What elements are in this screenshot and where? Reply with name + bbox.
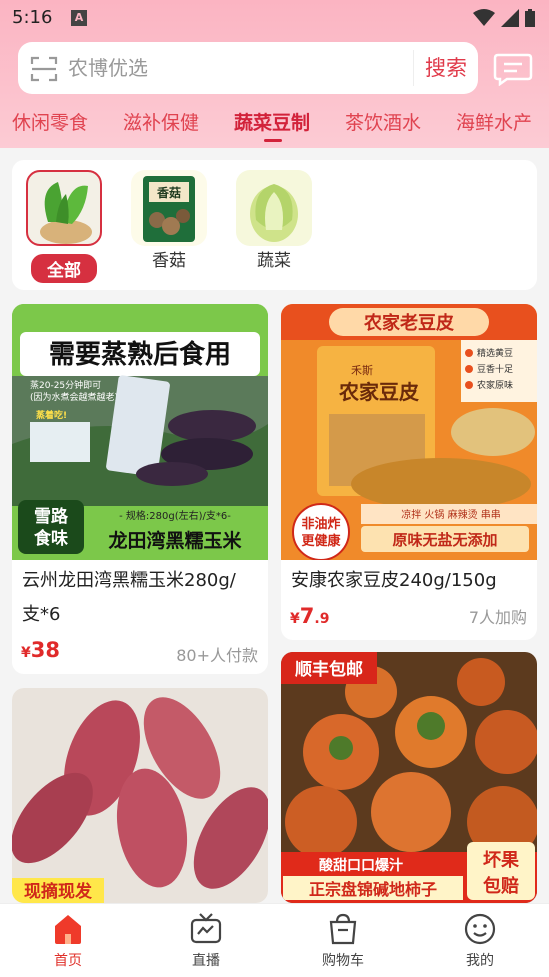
product-title: 云州龙田湾黑糯玉米280g/ 支*6 xyxy=(22,564,236,632)
tab-cart[interactable]: 购物车 xyxy=(303,912,383,970)
product-image-corn: 需要蒸熟后食用 蒸20-25分钟即可 (因为水煮会越煮越老) 蒸着吃! 雪路 食… xyxy=(12,304,268,560)
banner-badge-1: 雪路 xyxy=(34,506,69,527)
status-time: 5:16 xyxy=(12,7,53,28)
tab-label: 首页 xyxy=(54,953,82,969)
subcategory-label: 全部 xyxy=(31,254,97,283)
banner-note-2: (因为水煮会越煮越老) xyxy=(30,391,118,403)
smiley-face-icon xyxy=(464,913,496,945)
banner-top-text: 农家老豆皮 xyxy=(363,312,454,334)
search-button[interactable]: 搜索 xyxy=(414,42,478,94)
tab-profile[interactable]: 我的 xyxy=(440,912,520,970)
tab-category-2[interactable]: 滋补保健 xyxy=(123,108,199,135)
product-title-line-2: 支*6 xyxy=(22,604,61,625)
promise-1: 坏果 xyxy=(483,850,520,871)
subcategory-label: 蔬菜 xyxy=(257,251,291,271)
banner-bottom: 原味无盐无添加 xyxy=(392,531,497,549)
usage-tags: 凉拌 火锅 麻辣烫 串串 xyxy=(401,508,501,521)
tab-category-4[interactable]: 茶饮酒水 xyxy=(345,108,421,135)
tv-icon xyxy=(190,913,222,944)
cabbage-icon xyxy=(250,184,298,242)
message-icon[interactable] xyxy=(493,52,533,86)
banner-line-1: 酸甜口口爆汁 xyxy=(319,857,403,874)
product-image-sweet-potato: 现摘现发 xyxy=(12,688,268,903)
package-name: 农家豆皮 xyxy=(338,380,419,404)
subcategory-all-thumb xyxy=(26,170,102,246)
product-card-sweet-potato[interactable]: 现摘现发 xyxy=(12,688,268,903)
subcategory-mushroom-thumb: 香菇 xyxy=(131,170,207,246)
scan-icon[interactable] xyxy=(30,55,58,83)
subcategory-mushroom[interactable]: 香菇 香菇 xyxy=(129,170,209,271)
seal-line-2: 更健康 xyxy=(301,533,341,549)
product-image-tofu-skin: 农家老豆皮 禾斯 农家豆皮 精选黄豆 豆香十足 农家原味 凉拌 火锅 麻辣烫 串… xyxy=(281,304,537,560)
banner-note-1: 蒸20-25分钟即可 xyxy=(30,379,101,391)
tab-label: 直播 xyxy=(192,953,220,969)
banner-spec: - 规格:280g(左右)/支*6- xyxy=(119,509,231,522)
tab-label: 购物车 xyxy=(322,953,364,969)
subcategory-all[interactable]: 全部 xyxy=(24,170,104,283)
banner-top-text: 需要蒸熟后食用 xyxy=(49,339,231,370)
cart-icon xyxy=(329,913,357,945)
bottom-tab-bar: 首页 直播 购物车 我的 xyxy=(0,903,549,977)
home-icon xyxy=(55,915,81,944)
product-title-line-1: 云州龙田湾黑糯玉米280g/ xyxy=(22,570,236,591)
status-bar: 5:16 A xyxy=(0,0,549,36)
product-card-corn[interactable]: 需要蒸熟后食用 蒸20-25分钟即可 (因为水煮会越煮越老) 蒸着吃! 雪路 食… xyxy=(12,304,268,674)
feature-3: 农家原味 xyxy=(477,379,513,391)
banner-name: 龙田湾黑糯玉米 xyxy=(108,529,242,552)
banner-tag: 蒸着吃! xyxy=(36,409,67,421)
product-image-tomato: 顺丰包邮 酸甜口口爆汁 正宗盘锦碱地柿子 坏果 包赔 xyxy=(281,652,537,903)
image-badge: 顺丰包邮 xyxy=(295,659,363,680)
tab-live[interactable]: 直播 xyxy=(166,912,246,970)
tab-category-1[interactable]: 休闲零食 xyxy=(12,108,88,135)
price-integer: 7 xyxy=(299,604,315,628)
tab-label: 我的 xyxy=(466,953,494,969)
subcategory-vegetable[interactable]: 蔬菜 xyxy=(234,170,314,271)
package-label: 香菇 xyxy=(156,185,181,200)
product-title: 安康农家豆皮240g/150g xyxy=(291,570,497,591)
search-bar[interactable]: 搜索 xyxy=(18,42,478,94)
banner-line-2: 正宗盘锦碱地柿子 xyxy=(309,880,437,899)
package-brand: 禾斯 xyxy=(351,364,373,377)
vegetable-icon xyxy=(40,182,92,244)
product-price: ¥7.9 xyxy=(290,604,329,628)
system-icons xyxy=(473,8,535,28)
price-decimal: .9 xyxy=(314,611,330,627)
tab-category-5[interactable]: 海鲜水产 xyxy=(456,108,532,135)
feature-1: 精选黄豆 xyxy=(477,347,513,359)
product-cart-count: 7人加购 xyxy=(468,608,527,627)
product-card-tomato[interactable]: 顺丰包邮 酸甜口口爆汁 正宗盘锦碱地柿子 坏果 包赔 xyxy=(281,652,537,903)
tab-category-3[interactable]: 蔬菜豆制 xyxy=(234,108,310,135)
seal-line-1: 非油炸 xyxy=(301,516,340,532)
price-currency: ¥ xyxy=(21,645,31,661)
banner-badge-2: 食味 xyxy=(34,528,68,549)
active-tab-underline xyxy=(264,139,282,142)
price-currency: ¥ xyxy=(290,611,300,627)
subcategory-vegetable-thumb xyxy=(236,170,312,246)
battery-icon xyxy=(525,9,535,27)
price-integer: 38 xyxy=(30,638,60,662)
subcategory-label: 香菇 xyxy=(152,251,186,271)
category-tabs: 休闲零食 滋补保健 蔬菜豆制 茶饮酒水 海鲜水产 xyxy=(0,108,549,144)
tab-home[interactable]: 首页 xyxy=(28,912,108,970)
image-badge: 现摘现发 xyxy=(24,881,93,902)
product-sold-count: 80+人付款 xyxy=(176,646,258,665)
wifi-icon xyxy=(473,9,495,26)
signal-icon xyxy=(501,9,519,27)
feature-2: 豆香十足 xyxy=(477,363,513,375)
notification-a-icon: A xyxy=(71,10,87,26)
mushroom-package-icon: 香菇 xyxy=(143,176,195,242)
search-input[interactable] xyxy=(68,50,398,86)
product-card-tofu-skin[interactable]: 农家老豆皮 禾斯 农家豆皮 精选黄豆 豆香十足 农家原味 凉拌 火锅 麻辣烫 串… xyxy=(281,304,537,640)
promise-2: 包赔 xyxy=(483,875,519,897)
subcategory-panel: 全部 香菇 香菇 蔬菜 xyxy=(12,160,537,290)
product-price: ¥38 xyxy=(21,638,60,662)
